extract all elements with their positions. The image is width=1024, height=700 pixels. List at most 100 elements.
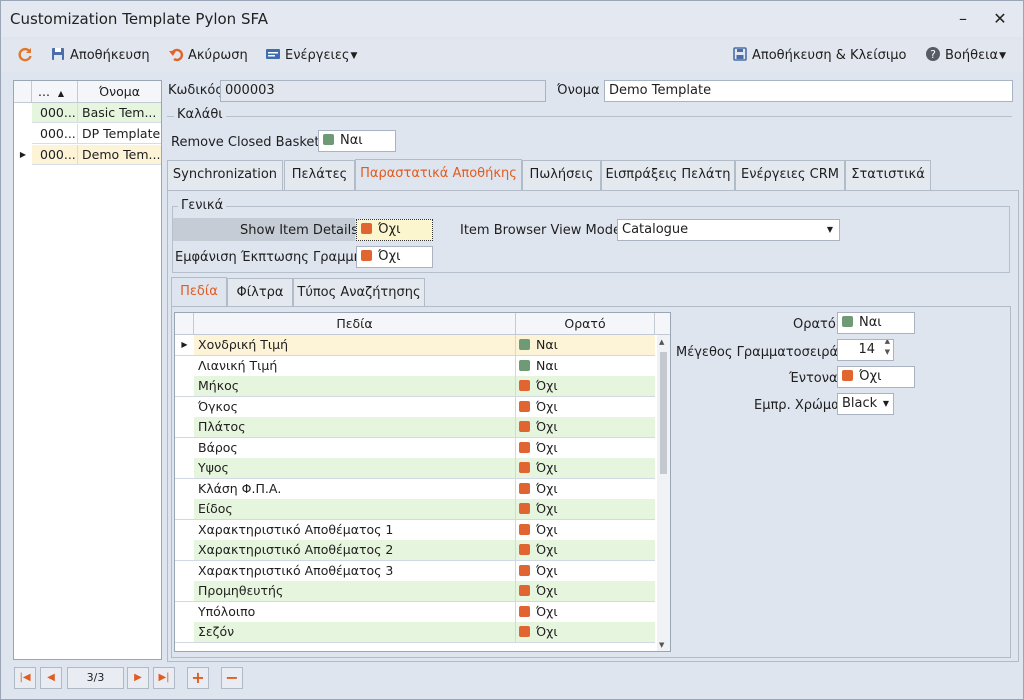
next-record-button[interactable]: ▶ <box>127 667 149 689</box>
save-button[interactable]: Αποθήκευση <box>50 46 150 66</box>
browser-view-select[interactable]: Catalogue ▼ <box>617 219 840 241</box>
thumbs-down-icon <box>519 503 530 514</box>
refresh-button[interactable] <box>17 46 37 66</box>
field-visible-toggle[interactable]: Όχι <box>516 437 655 458</box>
visible-label: Ορατό <box>793 317 836 332</box>
scroll-up-icon[interactable]: ▲ <box>659 338 664 346</box>
table-row[interactable]: Προμηθευτής Όχι <box>175 581 655 602</box>
column-header-field[interactable]: Πεδία <box>194 313 516 334</box>
first-record-button[interactable]: |◀ <box>14 667 36 689</box>
name-field[interactable]: Demo Template <box>604 80 1013 102</box>
table-row-selected[interactable]: ▶ 000... Demo Tem... <box>14 145 161 165</box>
chevron-down-icon: ▼ <box>350 51 358 61</box>
field-visible-toggle[interactable]: Όχι <box>516 560 655 581</box>
last-record-button[interactable]: ▶| <box>153 667 175 689</box>
tab-customers[interactable]: Πελάτες <box>284 160 355 190</box>
table-row[interactable]: Χαρακτηριστικό Αποθέματος 3 Όχι <box>175 560 655 581</box>
code-field[interactable]: 000003 <box>220 80 546 102</box>
show-details-toggle[interactable]: Όχι <box>356 219 433 241</box>
close-button[interactable]: ✕ <box>985 7 1015 31</box>
column-header-visible[interactable]: Ορατό <box>516 313 655 334</box>
field-visible-toggle[interactable]: Όχι <box>516 581 655 601</box>
table-row[interactable]: Σεζόν Όχι <box>175 622 655 643</box>
scroll-down-icon[interactable]: ▼ <box>659 641 664 649</box>
tab-crm-actions[interactable]: Ενέργειες CRM <box>735 160 845 190</box>
templates-grid[interactable]: ... ▲ Όνομα 000... Basic Tem... 000... DP … <box>13 80 162 660</box>
remove-baskets-toggle[interactable]: Ναι <box>318 130 396 152</box>
field-visible-toggle[interactable]: Ναι <box>516 335 655 355</box>
field-name: Υψος <box>194 458 516 478</box>
table-row[interactable]: Βάρος Όχι <box>175 437 655 458</box>
show-details-label: Show Item Details <box>240 223 359 238</box>
table-row-selected[interactable]: ▶ Χονδρική Τιμή Ναι <box>175 335 655 356</box>
subtab-search-type[interactable]: Τύπος Αναζήτησης <box>293 278 425 307</box>
font-size-stepper[interactable]: 14 ▲ ▼ <box>837 339 894 361</box>
visible-toggle[interactable]: Ναι <box>837 312 915 334</box>
fore-color-select[interactable]: Black ▼ <box>837 393 894 415</box>
sort-asc-icon: ▲ <box>57 89 65 98</box>
table-row[interactable]: Λιανική Τιμή Ναι <box>175 355 655 376</box>
table-row[interactable]: Κλάση Φ.Π.Α. Όχι <box>175 478 655 499</box>
field-visible-toggle[interactable]: Όχι <box>516 519 655 540</box>
column-header-code[interactable]: ... ▲ <box>32 81 78 102</box>
table-row[interactable]: Χαρακτηριστικό Αποθέματος 1 Όχι <box>175 519 655 540</box>
subtab-filters[interactable]: Φίλτρα <box>227 278 293 307</box>
field-visible-toggle[interactable]: Όχι <box>516 376 655 396</box>
tab-customer-receipts[interactable]: Εισπράξεις Πελάτη <box>601 160 735 190</box>
field-name: Προμηθευτής <box>194 581 516 601</box>
prev-record-button[interactable]: ◀ <box>40 667 62 689</box>
stepper-arrows-icon[interactable]: ▲ ▼ <box>885 340 890 358</box>
table-row[interactable]: Όγκος Όχι <box>175 396 655 417</box>
table-row[interactable]: Πλάτος Όχι <box>175 417 655 438</box>
actions-menu[interactable]: Ενέργειες▼ <box>265 46 357 66</box>
vertical-scrollbar[interactable]: ▲ ▼ <box>657 335 670 651</box>
tab-sales[interactable]: Πωλήσεις <box>522 160 601 190</box>
tab-statistics[interactable]: Στατιστικά <box>845 160 931 190</box>
undo-icon <box>169 48 184 62</box>
field-visible-toggle[interactable]: Όχι <box>516 478 655 499</box>
tab-synchronization[interactable]: Synchronization <box>167 160 283 190</box>
tab-warehouse-documents[interactable]: Παραστατικά Αποθήκης <box>355 159 522 190</box>
table-row[interactable]: 000... DP Template <box>14 124 161 144</box>
table-row[interactable]: Μήκος Όχι <box>175 376 655 397</box>
bold-toggle[interactable]: Όχι <box>837 366 915 388</box>
field-visible-toggle[interactable]: Όχι <box>516 458 655 478</box>
field-visible-toggle[interactable]: Όχι <box>516 622 655 642</box>
bold-label: Έντονα <box>789 371 838 386</box>
line-discount-toggle[interactable]: Όχι <box>356 246 433 268</box>
table-row[interactable]: Είδος Όχι <box>175 499 655 520</box>
fields-grid[interactable]: Πεδία Ορατό ▶ Χονδρική Τιμή Ναι Λιανική Τιμ… <box>174 312 671 652</box>
scrollbar-thumb[interactable] <box>660 352 667 474</box>
field-visible-toggle[interactable]: Όχι <box>516 396 655 417</box>
save-close-button[interactable]: Αποθήκευση & Κλείσιμο <box>732 46 906 66</box>
window-title: Customization Template Pylon SFA <box>10 10 268 28</box>
add-record-button[interactable]: + <box>187 667 209 689</box>
name-label: Όνομα <box>557 83 600 98</box>
floppy-close-icon <box>733 47 747 61</box>
field-visible-toggle[interactable]: Ναι <box>516 355 655 376</box>
table-row[interactable]: Υψος Όχι <box>175 458 655 479</box>
column-header-name[interactable]: Όνομα <box>78 81 161 102</box>
field-visible-toggle[interactable]: Όχι <box>516 417 655 437</box>
table-row[interactable]: 000... Basic Tem... <box>14 103 161 123</box>
help-menu[interactable]: ? Βοήθεια▼ <box>925 46 1006 66</box>
field-name: Μήκος <box>194 376 516 396</box>
help-label: Βοήθεια <box>945 48 999 63</box>
thumbs-up-icon <box>323 134 334 145</box>
field-visible-toggle[interactable]: Όχι <box>516 601 655 622</box>
field-visible-toggle[interactable]: Όχι <box>516 499 655 519</box>
grid-header: Πεδία Ορατό <box>175 313 670 335</box>
minimize-button[interactable]: – <box>948 7 978 31</box>
field-name: Υπόλοιπο <box>194 601 516 622</box>
thumbs-down-icon <box>519 380 530 391</box>
delete-record-button[interactable]: − <box>221 667 243 689</box>
thumbs-down-icon <box>361 223 372 234</box>
table-row[interactable]: Υπόλοιπο Όχι <box>175 601 655 622</box>
table-row[interactable]: Χαρακτηριστικό Αποθέματος 2 Όχι <box>175 540 655 561</box>
cancel-button[interactable]: Ακύρωση <box>168 46 248 66</box>
chevron-down-icon: ▼ <box>882 399 889 408</box>
chevron-down-icon: ▼ <box>826 225 833 234</box>
field-visible-toggle[interactable]: Όχι <box>516 540 655 560</box>
subtab-fields[interactable]: Πεδία <box>171 277 227 307</box>
toolbar: Αποθήκευση Ακύρωση Ενέργειες▼ Αποθήκευση… <box>1 40 1023 72</box>
